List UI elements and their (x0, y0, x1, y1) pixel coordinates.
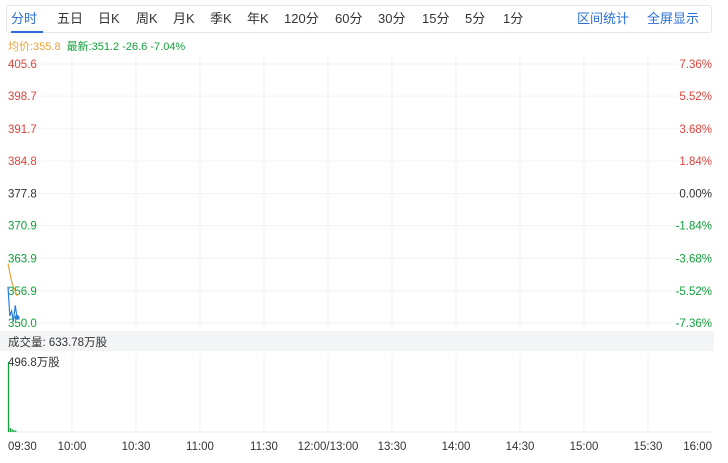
y-price-tick-label: 370.9 (8, 221, 37, 233)
y-price-tick-label: 405.6 (8, 59, 37, 71)
y-price-tick-label: 377.8 (8, 189, 37, 201)
y-price-tick-label: 356.9 (8, 286, 37, 298)
x-tick-label: 13:30 (378, 441, 407, 453)
y-pct-tick-label: -7.36% (676, 318, 712, 330)
y-pct-tick-label: 5.52% (679, 91, 712, 103)
x-tick-label: 11:30 (250, 441, 278, 453)
x-tick-label: 11:00 (186, 441, 214, 453)
x-tick-label: 10:00 (58, 441, 87, 453)
x-tick-label: 10:30 (122, 441, 151, 453)
x-tick-label: 09:30 (8, 441, 37, 453)
x-tick-label: 15:30 (634, 441, 663, 453)
y-pct-tick-label: -1.84% (676, 221, 712, 233)
volume-y-tick-label: 496.8万股 (8, 356, 60, 369)
y-pct-tick-label: 1.84% (679, 156, 712, 168)
x-tick-label: 14:00 (442, 441, 471, 453)
y-pct-tick-label: 0.00% (679, 189, 712, 201)
intraday-chart: 405.6 7.36% 398.7 5.52% 391.7 3.68% 384.8 1.84%… (7, 56, 712, 453)
last-price-dot (14, 315, 20, 320)
y-pct-tick-label: 7.36% (679, 59, 712, 71)
volume-header-band (0, 331, 714, 351)
y-pct-tick-label: -3.68% (676, 253, 712, 265)
y-price-tick-label: 398.7 (8, 91, 37, 103)
y-pct-tick-label: -5.52% (676, 286, 712, 298)
x-tick-label: 16:00 (683, 441, 712, 453)
y-pct-tick-label: 3.68% (679, 124, 712, 136)
y-price-tick-label: 384.8 (8, 156, 37, 168)
y-price-tick-label: 350.0 (8, 318, 37, 330)
x-tick-label: 15:00 (570, 441, 599, 453)
x-tick-label: 14:30 (506, 441, 535, 453)
x-tick-label: 12:00/13:00 (298, 441, 359, 453)
y-price-tick-label: 391.7 (8, 124, 37, 136)
volume-label: 成交量: 633.78万股 (8, 337, 108, 349)
y-price-tick-label: 363.9 (8, 253, 37, 265)
